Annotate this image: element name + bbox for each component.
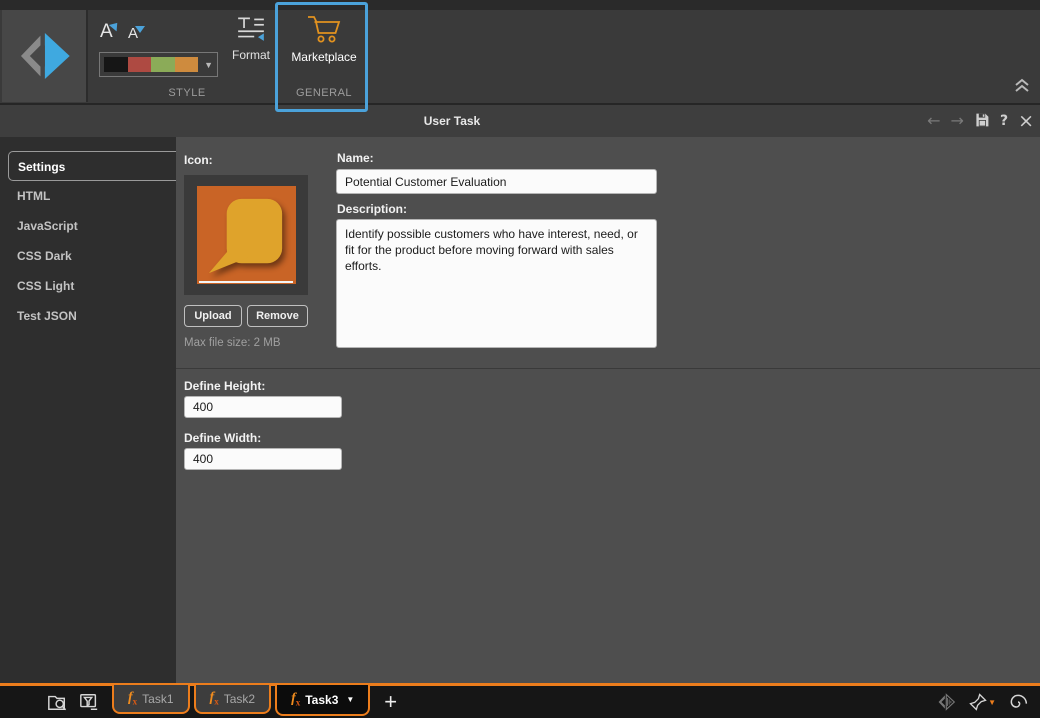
panel-titlebar: User Task ← → ? × (0, 103, 1040, 137)
spiral-icon (1008, 692, 1028, 712)
save-icon (974, 112, 990, 128)
pin-dropdown-icon[interactable]: ▼ (988, 698, 996, 707)
name-input[interactable] (336, 169, 657, 194)
style-group-label: STYLE (93, 87, 281, 99)
palette-swatch-red (128, 57, 152, 72)
palette-swatch-green (151, 57, 175, 72)
sidebar-item-javascript[interactable]: JavaScript (0, 211, 176, 241)
height-input[interactable] (184, 396, 342, 418)
max-file-size-note: Max file size: 2 MB (184, 337, 281, 349)
speech-bubble-icon (197, 186, 296, 285)
increase-font-button[interactable]: A (100, 21, 113, 43)
width-input[interactable] (184, 448, 342, 470)
chevron-up-double-icon (1012, 76, 1032, 94)
fx-icon: fx (291, 691, 300, 707)
decrease-font-button[interactable]: A (128, 25, 138, 42)
tab-task3[interactable]: fx Task3 ▼ (275, 685, 370, 716)
spiral-tool-button[interactable] (1008, 692, 1028, 712)
add-task-button[interactable]: + (384, 691, 397, 713)
tab-dropdown-icon[interactable]: ▼ (346, 695, 354, 704)
icon-field-label: Icon: (184, 153, 213, 167)
forward-button[interactable]: → (951, 113, 964, 129)
format-button[interactable]: Format (222, 14, 280, 62)
color-palette-picker[interactable]: ▼ (99, 52, 218, 77)
palette-swatch-orange (175, 57, 199, 72)
fx-icon: fx (128, 690, 137, 706)
sidebar-item-css-dark[interactable]: CSS Dark (0, 241, 176, 271)
pin-tool-button[interactable]: ▼ (968, 692, 996, 712)
format-icon (236, 14, 266, 42)
sidebar-item-css-light[interactable]: CSS Light (0, 271, 176, 301)
help-button[interactable]: ? (1000, 114, 1008, 128)
upload-button[interactable]: Upload (184, 305, 242, 327)
tab-task1[interactable]: fx Task1 (112, 685, 190, 714)
save-button[interactable] (974, 112, 990, 131)
palette-swatch-black (104, 57, 128, 72)
app-logo[interactable] (2, 10, 88, 102)
marketplace-cart-icon (306, 14, 342, 44)
width-field-label: Define Width: (184, 431, 261, 445)
section-divider (176, 368, 1040, 369)
taskbar-right-tools: ▼ (936, 692, 1028, 712)
task-icon-preview (184, 175, 308, 295)
back-button[interactable]: ← (927, 113, 940, 129)
filter-selection-button[interactable] (78, 692, 100, 712)
collapse-ribbon-button[interactable] (1012, 76, 1032, 97)
ribbon-top-strip (0, 0, 1040, 10)
settings-panel: Icon: Upload Remove Max file size: 2 MB … (176, 137, 1040, 683)
search-documents-button[interactable] (46, 692, 68, 712)
pin-icon (968, 692, 988, 712)
font-decrease-arrow-icon (135, 26, 145, 33)
format-label: Format (232, 48, 270, 62)
task-icon-image (197, 186, 296, 284)
sidebar-item-test-json[interactable]: Test JSON (0, 301, 176, 331)
description-field-label: Description: (337, 202, 407, 216)
bottom-taskbar: fx Task1 fx Task2 fx Task3 ▼ + (0, 683, 1040, 718)
remove-button[interactable]: Remove (247, 305, 308, 327)
application-window: A A ▼ STYLE Format (0, 0, 1040, 718)
sidebar-item-settings[interactable]: Settings (8, 151, 176, 181)
palette-dropdown-icon: ▼ (204, 60, 213, 70)
height-field-label: Define Height: (184, 379, 265, 393)
fx-icon: fx (210, 690, 219, 706)
tab-task3-label: Task3 (305, 693, 338, 707)
settings-sidebar: Settings HTML JavaScript CSS Dark CSS Li… (0, 137, 176, 683)
general-group-label: GENERAL (281, 87, 367, 99)
logo-tool-button[interactable] (936, 693, 956, 711)
document-search-icon (46, 692, 68, 712)
marketplace-button[interactable]: Marketplace (281, 14, 367, 64)
app-logo-icon (13, 28, 75, 84)
description-textarea[interactable]: Identify possible customers who have int… (336, 219, 657, 348)
name-field-label: Name: (337, 151, 374, 165)
ribbon-toolbar: A A ▼ STYLE Format (0, 0, 1040, 103)
app-logo-small-icon (936, 693, 956, 711)
filter-icon (78, 692, 100, 712)
page-title: User Task (0, 105, 904, 137)
titlebar-actions: ← → ? × (927, 105, 1034, 137)
close-button[interactable]: × (1018, 112, 1034, 131)
sidebar-item-html[interactable]: HTML (0, 181, 176, 211)
tab-task2-label: Task2 (224, 692, 255, 706)
tab-task2[interactable]: fx Task2 (194, 685, 272, 714)
icon-shine-line (199, 281, 293, 283)
menu-button[interactable] (12, 696, 32, 708)
marketplace-label: Marketplace (291, 50, 356, 64)
tab-task1-label: Task1 (142, 692, 173, 706)
